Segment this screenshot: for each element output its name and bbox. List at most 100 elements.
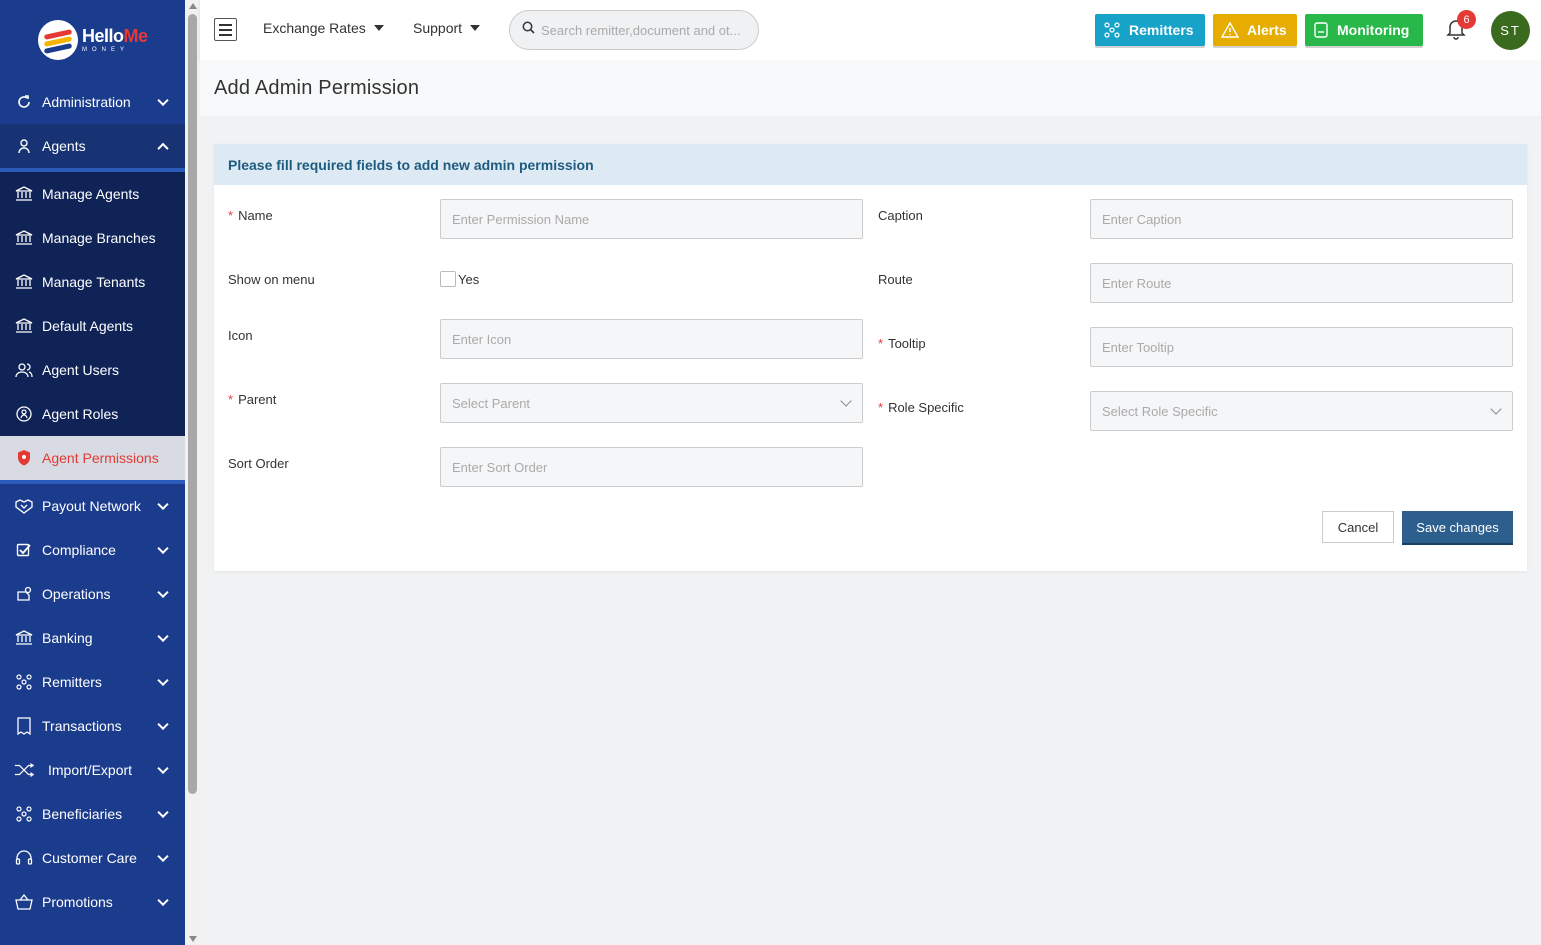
sidebar-item-manage-agents[interactable]: Manage Agents <box>0 172 185 216</box>
name-input[interactable] <box>452 211 862 227</box>
logo-icon <box>38 20 78 60</box>
sidebar-item-payout-network[interactable]: Payout Network <box>0 484 185 528</box>
chevron-down-icon <box>157 586 169 599</box>
permission-form-card: Please fill required fields to add new a… <box>214 144 1527 571</box>
route-label: Route <box>878 272 913 287</box>
refresh-icon <box>14 92 34 112</box>
route-input[interactable] <box>1102 275 1512 291</box>
icon-field[interactable] <box>440 319 863 359</box>
sidebar-item-agent-users[interactable]: Agent Users <box>0 348 185 392</box>
sort-order-label: Sort Order <box>228 456 289 471</box>
chevron-down-icon <box>157 806 169 819</box>
tooltip-label: * Tooltip <box>878 336 926 351</box>
caption-input[interactable] <box>1102 211 1512 227</box>
caption-field[interactable] <box>1090 199 1513 239</box>
sidebar-item-transactions[interactable]: Transactions <box>0 704 185 748</box>
hamburger-menu-icon[interactable] <box>214 18 237 41</box>
caption-label: Caption <box>878 208 923 223</box>
user-avatar[interactable]: ST <box>1491 11 1530 50</box>
receipt-icon <box>14 716 34 736</box>
chevron-down-icon <box>157 674 169 687</box>
exchange-rates-menu[interactable]: Exchange Rates <box>263 20 384 36</box>
page-title: Add Admin Permission <box>214 77 420 99</box>
agents-submenu: Manage Agents Manage Branches Manage Ten… <box>0 168 185 484</box>
remitters-button[interactable]: Remitters <box>1095 14 1205 46</box>
form-header: Please fill required fields to add new a… <box>214 144 1527 185</box>
tooltip-input[interactable] <box>1102 339 1512 355</box>
sidebar-item-label: Payout Network <box>42 498 141 514</box>
support-menu[interactable]: Support <box>413 20 481 36</box>
parent-label-text: Parent <box>238 392 277 407</box>
sidebar-item-compliance[interactable]: Compliance <box>0 528 185 572</box>
support-label: Support <box>413 20 463 36</box>
chevron-down-icon <box>157 630 169 643</box>
role-specific-label-text: Role Specific <box>888 400 964 415</box>
required-mark: * <box>228 392 234 407</box>
tooltip-field[interactable] <box>1090 327 1513 367</box>
brand-logo[interactable]: HelloMe MONEY <box>0 0 185 80</box>
chevron-up-icon <box>157 142 169 155</box>
alerts-button[interactable]: Alerts <box>1213 14 1297 46</box>
sidebar-scrollbar[interactable] <box>185 0 200 945</box>
sidebar-item-manage-tenants[interactable]: Manage Tenants <box>0 260 185 304</box>
sidebar-item-default-agents[interactable]: Default Agents <box>0 304 185 348</box>
show-on-menu-checkbox[interactable] <box>440 271 456 287</box>
required-mark: * <box>878 400 884 415</box>
sidebar-item-operations[interactable]: Operations <box>0 572 185 616</box>
sort-order-input[interactable] <box>452 459 862 475</box>
scroll-down-arrow-icon[interactable] <box>189 936 197 942</box>
sidebar-item-label: Manage Tenants <box>42 274 146 290</box>
logo-main-text: Hello <box>82 26 124 46</box>
global-search[interactable] <box>509 10 759 50</box>
remitters-button-label: Remitters <box>1129 22 1194 38</box>
save-changes-button[interactable]: Save changes <box>1402 511 1513 543</box>
sidebar-item-agent-permissions[interactable]: Agent Permissions <box>0 436 185 484</box>
role-specific-select[interactable]: Select Role Specific <box>1090 391 1513 431</box>
name-label: * Name <box>228 208 273 223</box>
show-on-menu-option[interactable]: Yes <box>458 272 479 287</box>
sidebar-item-customer-care[interactable]: Customer Care <box>0 836 185 880</box>
network-icon <box>1103 21 1121 39</box>
bank-icon <box>14 628 34 648</box>
parent-select[interactable]: Select Parent <box>440 383 863 423</box>
bank-icon <box>14 184 34 204</box>
sidebar-item-remitters[interactable]: Remitters <box>0 660 185 704</box>
caret-down-icon <box>470 25 481 31</box>
user-icon <box>14 136 34 156</box>
shuffle-icon <box>14 760 34 780</box>
route-field[interactable] <box>1090 263 1513 303</box>
sidebar-item-label: Agent Users <box>42 362 120 378</box>
cancel-button[interactable]: Cancel <box>1322 511 1394 543</box>
bank-icon <box>14 316 34 336</box>
monitoring-button[interactable]: Monitoring <box>1305 14 1423 46</box>
scroll-thumb[interactable] <box>188 14 197 794</box>
sort-order-field[interactable] <box>440 447 863 487</box>
sidebar-item-administration[interactable]: Administration <box>0 80 185 124</box>
logo-sub-text: MONEY <box>82 47 130 53</box>
sidebar-item-agents[interactable]: Agents <box>0 124 185 168</box>
role-specific-placeholder: Select Role Specific <box>1102 403 1218 419</box>
chevron-down-icon <box>157 94 169 107</box>
sidebar-item-beneficiaries[interactable]: Beneficiaries <box>0 792 185 836</box>
exchange-rates-label: Exchange Rates <box>263 20 366 36</box>
chevron-down-icon <box>157 498 169 511</box>
sidebar-item-banking[interactable]: Banking <box>0 616 185 660</box>
monitoring-button-label: Monitoring <box>1337 22 1410 38</box>
sidebar-item-manage-branches[interactable]: Manage Branches <box>0 216 185 260</box>
sidebar-item-import-export[interactable]: Import/Export <box>0 748 185 792</box>
sidebar-item-agent-roles[interactable]: Agent Roles <box>0 392 185 436</box>
sidebar-item-label: Customer Care <box>42 850 137 866</box>
search-input[interactable] <box>541 22 751 38</box>
chevron-down-icon <box>157 762 169 775</box>
page-header: Add Admin Permission <box>200 60 1541 116</box>
scroll-up-arrow-icon[interactable] <box>189 3 197 9</box>
monitor-icon <box>1313 22 1329 38</box>
bank-icon <box>14 272 34 292</box>
name-field[interactable] <box>440 199 863 239</box>
icon-input[interactable] <box>452 331 862 347</box>
network-icon <box>14 672 34 692</box>
notification-badge: 6 <box>1457 10 1476 29</box>
sidebar-item-promotions[interactable]: Promotions <box>0 880 185 924</box>
operations-icon <box>14 584 34 604</box>
badge-icon <box>14 404 34 424</box>
